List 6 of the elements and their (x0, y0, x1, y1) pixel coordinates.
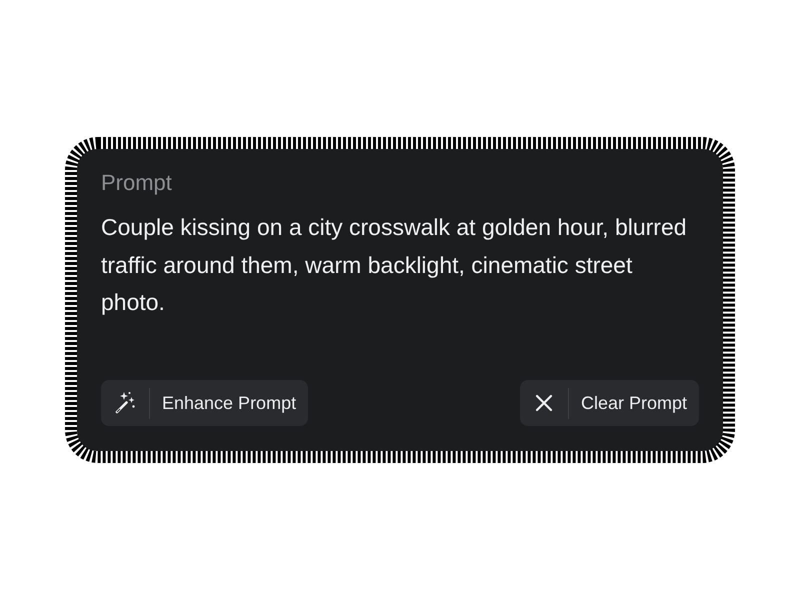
enhance-prompt-button[interactable]: Enhance Prompt (101, 380, 308, 426)
magic-wand-icon (114, 391, 136, 415)
clear-prompt-button[interactable]: Clear Prompt (520, 380, 699, 426)
prompt-input[interactable]: Couple kissing on a city crosswalk at golden hour, blurred traffic around them, warm backlight, cinematic street photo. (101, 209, 691, 322)
prompt-label: Prompt (101, 170, 173, 196)
close-icon (534, 394, 553, 412)
